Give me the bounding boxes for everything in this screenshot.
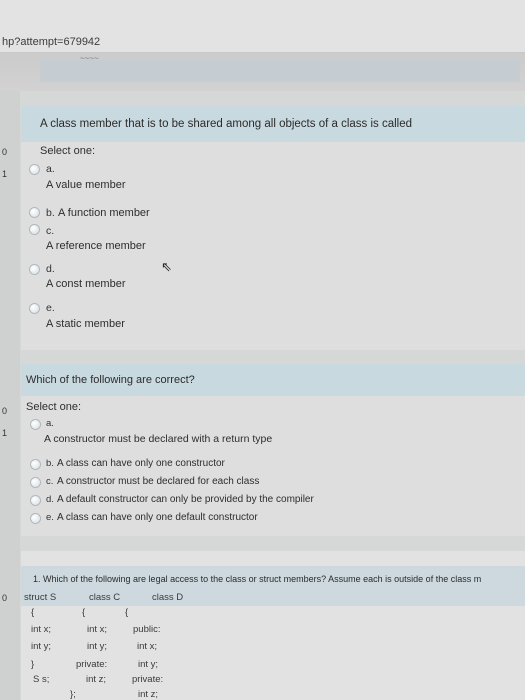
q2-option-d-letter: d.: [46, 494, 54, 505]
q1-option-a-radio[interactable]: [29, 164, 40, 175]
q3-class-c-line: private:: [76, 659, 108, 670]
q3-class-d-line: public:: [133, 624, 161, 635]
q1-question-text: A class member that is to be shared amon…: [40, 118, 413, 130]
q1-option-e-radio[interactable]: [29, 303, 40, 314]
q2-option-b-radio[interactable]: [30, 459, 41, 470]
mouse-pointer-icon: ⇖: [161, 259, 172, 274]
q3-struct-s-line: int y;: [31, 641, 52, 652]
q2-option-c-letter: c.: [46, 476, 54, 487]
q2-option-c-radio[interactable]: [30, 477, 41, 488]
q2-question-text: Which of the following are correct?: [26, 374, 195, 386]
q1-option-b-radio[interactable]: [29, 207, 40, 218]
q2-option-d-radio[interactable]: [30, 495, 41, 506]
q1-option-a-letter: a.: [46, 163, 55, 175]
q2-option-a-text[interactable]: A constructor must be declared with a re…: [44, 433, 272, 445]
q2-option-a-letter: a.: [46, 418, 54, 429]
q3-class-d-line: {: [125, 607, 129, 618]
q3-class-d-line: private:: [132, 674, 164, 685]
q3-class-d-line: int z;: [138, 689, 159, 700]
q3-question-text: 1. Which of the following are legal acce…: [33, 574, 482, 584]
q1-option-e-text[interactable]: A static member: [46, 318, 125, 330]
q3-class-c-line: {: [82, 607, 86, 618]
q2-option-e-text[interactable]: A class can have only one default constr…: [57, 512, 258, 523]
q1-select-label: Select one:: [40, 145, 96, 157]
q1-option-a-text[interactable]: A value member: [46, 179, 125, 191]
q3-gutter-mark: 0: [2, 593, 8, 603]
nav-strip-label: ~~~~: [80, 54, 99, 63]
question-info-gutter: 0 1 0 1 0: [0, 91, 20, 700]
q3-class-c-line: int y;: [87, 641, 108, 652]
browser-address-bar[interactable]: hp?attempt=679942: [0, 0, 525, 53]
q3-class-c-line: };: [70, 689, 76, 700]
q1-option-d-letter: d.: [46, 263, 55, 275]
q3-class-c-line: int z;: [86, 674, 107, 685]
q1-option-d-text[interactable]: A const member: [46, 278, 125, 290]
q2-option-e-radio[interactable]: [30, 513, 41, 524]
q2-option-a-radio[interactable]: [30, 419, 41, 430]
q3-struct-s-line: }: [31, 659, 35, 670]
q3-struct-s-line: int x;: [31, 624, 52, 635]
q3-struct-s-line: {: [31, 607, 35, 618]
q3-class-d-header: class D: [152, 592, 184, 603]
q1-option-c-letter: c.: [46, 225, 55, 237]
q3-struct-s-header: struct S: [24, 592, 57, 603]
q2-option-d-text[interactable]: A default constructor can only be provid…: [57, 494, 314, 505]
q1-option-b-text[interactable]: A function member: [58, 207, 150, 219]
q1-option-b-letter: b.: [46, 207, 55, 219]
q3-class-d-line: int x;: [137, 641, 158, 652]
q2-option-b-letter: b.: [46, 458, 54, 469]
q1-option-c-text[interactable]: A reference member: [46, 240, 146, 252]
q1-option-e-letter: e.: [46, 302, 55, 314]
q2-option-c-text[interactable]: A constructor must be declared for each …: [57, 476, 259, 487]
url-text[interactable]: hp?attempt=679942: [2, 36, 100, 48]
nav-strip: [40, 60, 520, 82]
q1-option-d-radio[interactable]: [29, 264, 40, 275]
q2-option-e-letter: e.: [46, 512, 54, 523]
q2-option-b-text[interactable]: A class can have only one constructor: [57, 458, 225, 469]
q1-gutter-mark: 0: [2, 147, 8, 157]
q2-gutter-mark-2: 1: [2, 428, 8, 438]
q1-option-c-radio[interactable]: [29, 224, 40, 235]
q3-struct-s-line: S s;: [33, 674, 50, 685]
q3-class-c-line: int x;: [87, 624, 108, 635]
q1-gutter-mark-2: 1: [2, 169, 8, 179]
q3-class-c-header: class C: [89, 592, 121, 603]
q2-select-label: Select one:: [26, 401, 82, 413]
q3-class-d-line: int y;: [138, 659, 159, 670]
q2-gutter-mark: 0: [2, 406, 8, 416]
